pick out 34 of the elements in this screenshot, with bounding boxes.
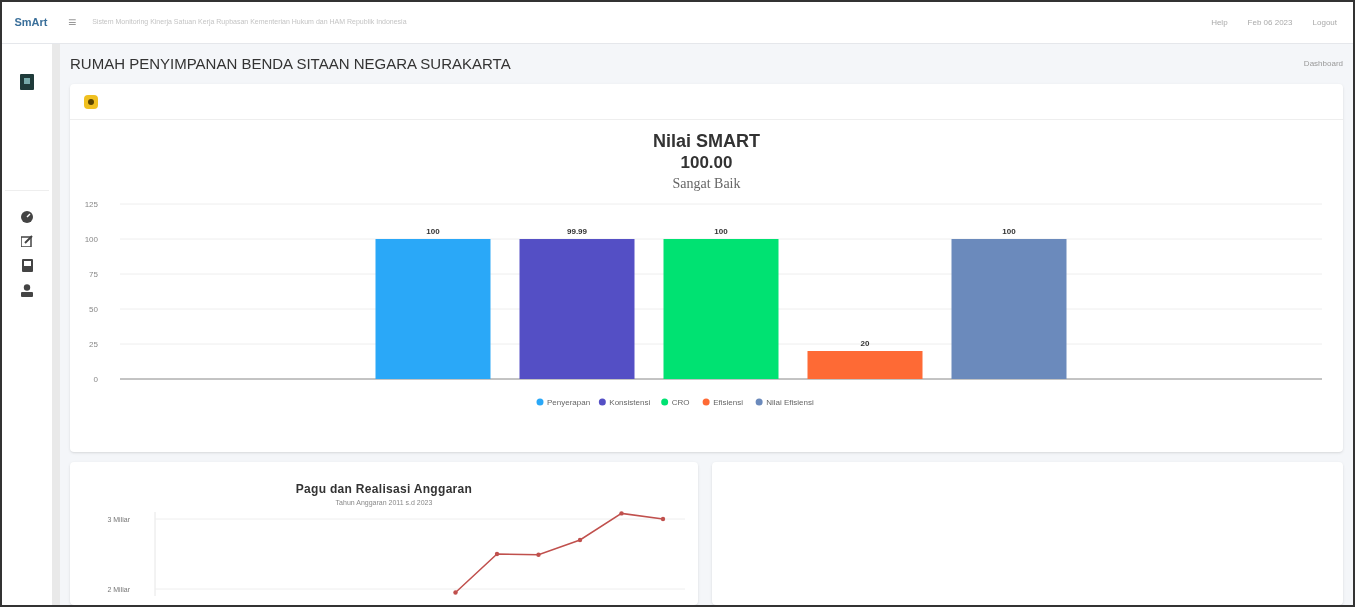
- value-label: 100: [1002, 227, 1016, 236]
- data-point: [494, 551, 500, 556]
- data-point: [660, 516, 666, 521]
- score-grade: Sangat Baik: [672, 175, 741, 193]
- data-point: [577, 537, 583, 542]
- user-icon[interactable]: [21, 284, 33, 297]
- axis-label: 25: [89, 340, 98, 349]
- toggle-button[interactable]: [84, 94, 98, 109]
- value-label: 100: [714, 227, 728, 236]
- legend-label[interactable]: Efisiensi: [713, 398, 743, 407]
- value-label: 99.99: [567, 227, 587, 236]
- chart-title: Pagu dan Realisasi Anggaran: [295, 481, 473, 498]
- book-icon[interactable]: [20, 74, 34, 90]
- data-point: [453, 589, 458, 595]
- app-logo: SmArt: [14, 15, 48, 31]
- axis-label: 50: [89, 305, 98, 314]
- axis-label: 125: [84, 200, 98, 209]
- axis-label: 100: [84, 235, 98, 244]
- dashboard-icon[interactable]: [21, 211, 33, 223]
- value-label: 20: [860, 339, 870, 348]
- value-label: 100: [426, 227, 440, 236]
- chart-title: Nilai SMART: [653, 130, 760, 152]
- legend-label[interactable]: Nilai Efisiensi: [766, 398, 814, 407]
- edit-icon[interactable]: [21, 235, 33, 247]
- legend-label[interactable]: CRO: [671, 398, 690, 407]
- document-icon[interactable]: [21, 259, 33, 272]
- score-value: 100.00: [680, 152, 733, 174]
- data-point: [619, 510, 624, 516]
- data-point: [536, 552, 541, 557]
- axis-label: 75: [89, 270, 98, 279]
- legend-label[interactable]: Penyerapan: [547, 398, 591, 407]
- axis-label: 0: [93, 375, 98, 384]
- page-title: RUMAH PENYIMPANAN BENDA SITAAN NEGARA SURAKARTA: [70, 53, 511, 74]
- legend-label[interactable]: Konsistensi: [609, 398, 651, 407]
